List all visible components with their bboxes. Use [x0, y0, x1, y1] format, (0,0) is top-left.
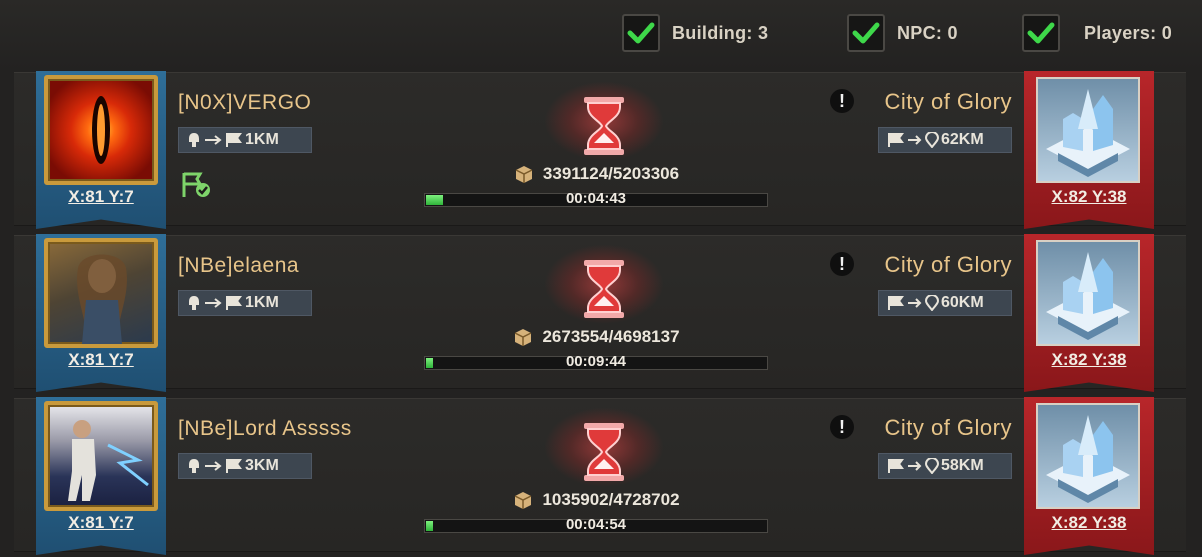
building-filter-label: Building: 3 [672, 22, 769, 43]
resource-crate-icon [515, 166, 533, 183]
target-distance-value: 60KM [941, 294, 984, 311]
player-name[interactable]: [N0X]VERGO [178, 91, 311, 115]
info-icon[interactable]: ! [830, 415, 854, 439]
origin-coordinates[interactable]: X:81 Y:7 [36, 350, 166, 370]
target-name[interactable]: City of Glory [884, 415, 1012, 441]
march-row[interactable]: X:81 Y:7 [NBe]Lord Asssss 3KM 1035902/47… [14, 397, 1186, 555]
flag-icon [226, 459, 242, 473]
resource-load-value: 1035902/4728702 [542, 490, 680, 509]
city-of-glory-image[interactable] [1036, 77, 1140, 183]
target-coordinates[interactable]: X:82 Y:38 [1024, 187, 1154, 207]
players-checkbox[interactable] [1022, 14, 1060, 52]
player-avatar[interactable] [44, 401, 158, 511]
origin-banner: X:81 Y:7 [36, 234, 166, 392]
resource-load: 3391124/5203306 [424, 163, 768, 185]
npc-checkbox[interactable] [847, 14, 885, 52]
origin-coordinates[interactable]: X:81 Y:7 [36, 513, 166, 533]
target-name[interactable]: City of Glory [884, 89, 1012, 115]
march-timer: 00:04:43 [565, 190, 627, 207]
filter-players[interactable]: Players: 0 [1022, 12, 1172, 54]
checkmark-icon [1027, 22, 1055, 44]
march-distance-value: 1KM [245, 131, 279, 148]
city-of-glory-image[interactable] [1036, 403, 1140, 509]
eye-of-sauron-icon [92, 96, 110, 164]
target-distance-value: 62KM [941, 131, 984, 148]
location-pin-icon [925, 295, 939, 311]
origin-banner: X:81 Y:7 [36, 71, 166, 229]
filter-building[interactable]: Building: 3 [622, 12, 768, 54]
march-distance: 1KM [178, 127, 312, 153]
soldier-icon [189, 296, 199, 310]
origin-banner: X:81 Y:7 [36, 397, 166, 555]
target-name[interactable]: City of Glory [884, 252, 1012, 278]
flag-icon [888, 459, 904, 473]
players-filter-label: Players: 0 [1084, 22, 1173, 43]
flag-icon [888, 133, 904, 147]
checkmark-icon [627, 22, 655, 44]
ice-castle-icon [1046, 415, 1130, 503]
filter-npc[interactable]: NPC: 0 [847, 12, 958, 54]
player-name[interactable]: [NBe]elaena [178, 254, 299, 278]
portrait-warrior-icon [77, 254, 127, 344]
resource-load: 1035902/4728702 [424, 489, 768, 511]
arrow-right-icon [908, 135, 922, 145]
checkmark-icon [852, 22, 880, 44]
arrow-right-icon [205, 461, 222, 471]
target-banner: X:82 Y:38 [1024, 71, 1154, 229]
march-distance-value: 3KM [245, 457, 279, 474]
arrow-right-icon [205, 298, 222, 308]
location-pin-icon [925, 132, 939, 148]
march-distance: 1KM [178, 290, 312, 316]
ice-castle-icon [1046, 89, 1130, 177]
player-avatar[interactable] [44, 75, 158, 185]
building-checkbox[interactable] [622, 14, 660, 52]
target-distance-value: 58KM [941, 457, 984, 474]
hourglass-timer-icon [544, 73, 664, 163]
resource-load-value: 3391124/5203306 [542, 164, 680, 183]
info-icon[interactable]: ! [830, 89, 854, 113]
target-banner: X:82 Y:38 [1024, 397, 1154, 555]
target-distance: 60KM [878, 290, 1012, 316]
soldier-icon [189, 459, 199, 473]
march-row[interactable]: X:81 Y:7 [NBe]elaena 1KM 2673554/4698137… [14, 234, 1186, 392]
march-distance-value: 1KM [245, 294, 279, 311]
hourglass-timer-icon [544, 236, 664, 326]
target-distance: 62KM [878, 127, 1012, 153]
march-timer: 00:04:54 [565, 516, 627, 533]
arrow-right-icon [205, 135, 222, 145]
soldier-icon [189, 133, 199, 147]
target-banner: X:82 Y:38 [1024, 234, 1154, 392]
portrait-lightning-man-icon [68, 420, 149, 501]
target-coordinates[interactable]: X:82 Y:38 [1024, 350, 1154, 370]
flag-icon [226, 296, 242, 310]
player-avatar[interactable] [44, 238, 158, 348]
player-name[interactable]: [NBe]Lord Asssss [178, 417, 352, 441]
rally-flag-check-icon [180, 171, 212, 204]
flag-icon [888, 296, 904, 310]
filter-bar: Building: 3 NPC: 0 Players: 0 [0, 0, 1202, 70]
origin-coordinates[interactable]: X:81 Y:7 [36, 187, 166, 207]
arrow-right-icon [908, 461, 922, 471]
arrow-right-icon [908, 298, 922, 308]
hourglass-timer-icon [544, 399, 664, 489]
target-coordinates[interactable]: X:82 Y:38 [1024, 513, 1154, 533]
target-distance: 58KM [878, 453, 1012, 479]
info-icon[interactable]: ! [830, 252, 854, 276]
march-row[interactable]: X:81 Y:7 [N0X]VERGO 1KM 3391124/5203306 … [14, 71, 1186, 229]
resource-load: 2673554/4698137 [424, 326, 768, 348]
march-distance: 3KM [178, 453, 312, 479]
npc-filter-label: NPC: 0 [897, 22, 958, 43]
resource-crate-icon [515, 329, 532, 346]
city-of-glory-image[interactable] [1036, 240, 1140, 346]
ice-castle-icon [1046, 252, 1130, 340]
resource-crate-icon [515, 492, 532, 509]
march-timer: 00:09:44 [565, 353, 627, 370]
location-pin-icon [925, 458, 939, 474]
resource-load-value: 2673554/4698137 [542, 327, 680, 346]
flag-icon [226, 133, 242, 147]
